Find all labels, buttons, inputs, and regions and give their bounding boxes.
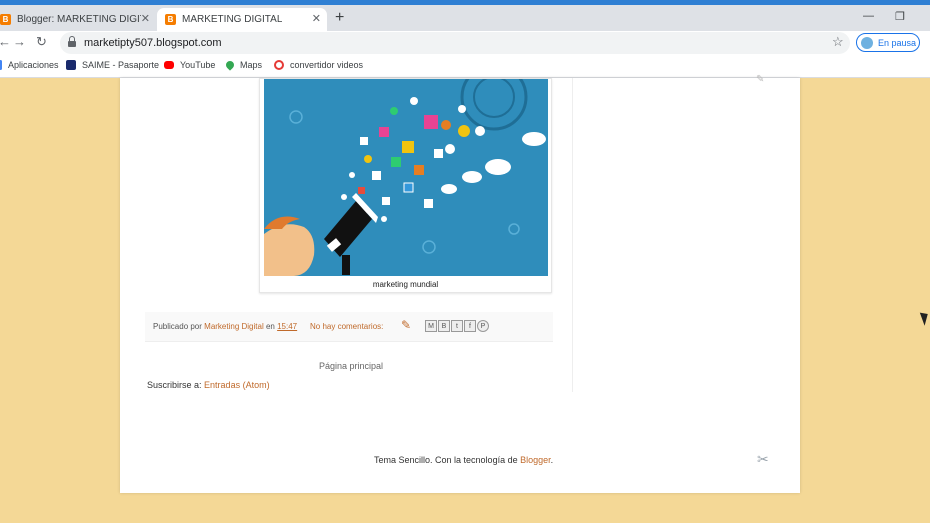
maps-pin-icon: [224, 59, 236, 71]
post-time-link[interactable]: 15:47: [277, 322, 297, 331]
blog-share-icon[interactable]: B: [438, 320, 450, 332]
bookmark-label: convertidor videos: [290, 60, 364, 70]
home-page-link[interactable]: Página principal: [319, 361, 383, 371]
pinterest-share-icon[interactable]: P: [477, 320, 489, 332]
subscribe-label: Suscribirse a:: [147, 380, 202, 390]
published-by-label: Publicado por: [153, 322, 202, 331]
attribution-text: Tema Sencillo. Con la tecnología de: [374, 455, 518, 465]
tab-bar: B Blogger: MARKETING DIGITAL - T ✕ B MAR…: [0, 5, 930, 31]
bookmark-apps[interactable]: Aplicaciones: [0, 60, 59, 70]
bookmark-label: YouTube: [180, 60, 216, 70]
forward-arrow-icon[interactable]: →: [13, 34, 26, 49]
bookmark-saime[interactable]: SAIME - Pasaporte: [66, 60, 159, 70]
bookmark-star-icon[interactable]: ☆: [832, 34, 844, 50]
apps-grid-icon: [0, 60, 2, 70]
attribution-period: .: [550, 455, 554, 465]
youtube-icon: [164, 61, 174, 69]
author-link[interactable]: Marketing Digital: [204, 322, 264, 331]
email-share-icon[interactable]: M: [425, 320, 437, 332]
bookmark-label: Aplicaciones: [8, 60, 59, 70]
profile-paused-button[interactable]: En pausa: [856, 33, 920, 52]
widget-edit-icon[interactable]: ✎: [756, 74, 764, 85]
url-text: marketipty507.blogspot.com: [84, 37, 222, 49]
tab-blogger-dashboard[interactable]: B Blogger: MARKETING DIGITAL - T ✕: [0, 8, 156, 31]
blogger-favicon-icon: B: [0, 14, 11, 25]
browser-toolbar: ← → ↻ marketipty507.blogspot.com ☆ En pa…: [0, 31, 930, 55]
restore-icon[interactable]: ❐: [895, 10, 905, 23]
saime-icon: [66, 60, 76, 70]
facebook-share-icon[interactable]: f: [464, 320, 476, 332]
tab-close-icon[interactable]: ✕: [141, 12, 150, 25]
edit-pencil-icon[interactable]: ✎: [401, 318, 411, 332]
bookmark-converter[interactable]: convertidor videos: [274, 60, 363, 70]
blogger-favicon-icon: B: [165, 14, 176, 25]
bookmark-maps[interactable]: Maps: [224, 59, 263, 71]
megaphone-illustration-icon: [264, 79, 548, 276]
atom-feed-link[interactable]: Entradas (Atom): [204, 380, 270, 390]
marketing-illustration[interactable]: [264, 79, 548, 276]
bookmark-label: Maps: [240, 60, 263, 70]
comments-link[interactable]: No hay comentarios:: [310, 322, 383, 331]
converter-icon: [274, 60, 284, 70]
sidebar-divider: [572, 78, 573, 392]
mouse-cursor-icon: [919, 310, 930, 326]
post-image-frame: marketing mundial: [259, 78, 552, 293]
blogger-link[interactable]: Blogger: [520, 455, 551, 465]
lock-icon: [68, 35, 76, 48]
theme-attribution: Tema Sencillo. Con la tecnología de Blog…: [374, 455, 553, 465]
blog-page: ✎ marketing mundial Publicado por Market…: [120, 74, 800, 493]
tab-marketing-digital[interactable]: B MARKETING DIGITAL ✕: [157, 8, 327, 31]
bookmarks-bar: Aplicaciones SAIME - Pasaporte YouTube M…: [0, 55, 930, 78]
tab-title: Blogger: MARKETING DIGITAL - T: [17, 14, 141, 25]
at-label: en: [265, 322, 275, 331]
post-author-line: Publicado por Marketing Digital en 15:47: [153, 322, 297, 331]
address-bar[interactable]: marketipty507.blogspot.com: [60, 32, 850, 54]
profile-status-label: En pausa: [878, 37, 917, 48]
bookmark-youtube[interactable]: YouTube: [164, 60, 215, 70]
back-arrow-icon[interactable]: ←: [0, 34, 11, 49]
new-tab-plus-icon[interactable]: +: [335, 9, 344, 27]
bookmark-label: SAIME - Pasaporte: [82, 60, 160, 70]
twitter-share-icon[interactable]: t: [451, 320, 463, 332]
tab-close-icon[interactable]: ✕: [312, 12, 321, 25]
subscribe-line: Suscribirse a: Entradas (Atom): [147, 380, 270, 390]
customize-tools-icon[interactable]: ✂: [757, 451, 769, 468]
minimize-icon[interactable]: —: [863, 10, 874, 22]
profile-avatar-icon: [861, 36, 873, 49]
reload-icon[interactable]: ↻: [36, 34, 47, 50]
image-caption: marketing mundial: [372, 280, 439, 289]
post-footer: Publicado por Marketing Digital en 15:47…: [145, 312, 553, 342]
tab-title: MARKETING DIGITAL: [182, 14, 283, 25]
